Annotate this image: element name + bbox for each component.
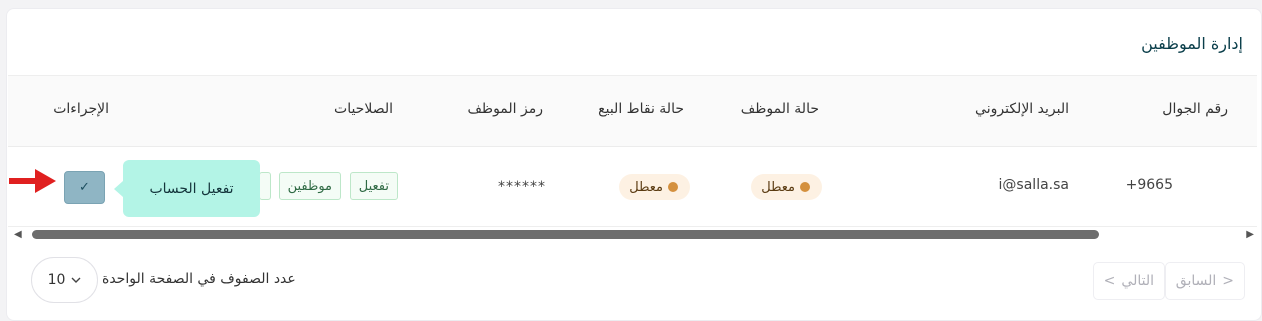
pos-status-text: معطل xyxy=(629,179,663,195)
permission-tag-activate: تفعيل xyxy=(349,172,398,200)
employee-status-text: معطل xyxy=(761,179,795,195)
header-phone: رقم الجوال xyxy=(1162,101,1228,117)
header-email: البريد الإلكتروني xyxy=(975,101,1069,117)
page-title: إدارة الموظفين xyxy=(1141,34,1243,53)
status-dot-icon xyxy=(800,182,810,192)
rows-per-page-value: 10 xyxy=(47,272,66,288)
chevron-left-icon: < xyxy=(1222,273,1234,289)
next-page-button[interactable]: التالي > xyxy=(1092,262,1165,300)
scroll-right-icon[interactable]: ▶ xyxy=(1246,229,1254,240)
annotation-arrow-icon xyxy=(9,169,56,193)
scroll-left-icon[interactable]: ◀ xyxy=(14,229,22,240)
employees-table: رقم الجوال البريد الإلكتروني حالة الموظف… xyxy=(8,75,1257,227)
previous-page-label: السابق xyxy=(1175,273,1217,289)
status-dot-icon xyxy=(668,182,678,192)
table-header: رقم الجوال البريد الإلكتروني حالة الموظف… xyxy=(8,76,1257,147)
activate-account-tooltip: تفعيل الحساب xyxy=(114,160,260,217)
header-employee-status: حالة الموظف xyxy=(740,101,819,117)
employees-card: إدارة الموظفين رقم الجوال البريد الإلكتر… xyxy=(6,8,1262,321)
activate-account-button[interactable]: ✓ xyxy=(64,171,105,204)
horizontal-scrollbar[interactable]: ◀ ▶ xyxy=(8,227,1257,241)
rows-per-page-label: عدد الصفوف في الصفحة الواحدة xyxy=(102,271,296,287)
check-icon: ✓ xyxy=(79,180,90,195)
employee-status-badge: معطل xyxy=(751,174,822,200)
rows-per-page-select[interactable]: 10 xyxy=(31,257,98,303)
header-permissions: الصلاحيات xyxy=(334,101,393,117)
cell-email: i@salla.sa xyxy=(998,177,1069,193)
next-page-label: التالي xyxy=(1121,273,1154,289)
cell-phone: +9665 xyxy=(1125,177,1173,193)
header-employee-code: رمز الموظف xyxy=(467,101,543,117)
scrollbar-thumb[interactable] xyxy=(32,230,1099,239)
permission-tag-employees: موظفين xyxy=(278,172,341,200)
pos-status-badge: معطل xyxy=(619,174,690,200)
header-actions: الإجراءات xyxy=(53,101,109,117)
chevron-down-icon xyxy=(71,277,81,283)
cell-employee-code: ****** xyxy=(498,179,546,195)
header-pos-status: حالة نقاط البيع xyxy=(598,101,684,117)
permission-tag-more xyxy=(259,172,271,200)
chevron-right-icon: > xyxy=(1103,273,1116,289)
previous-page-button[interactable]: < السابق xyxy=(1164,262,1245,300)
